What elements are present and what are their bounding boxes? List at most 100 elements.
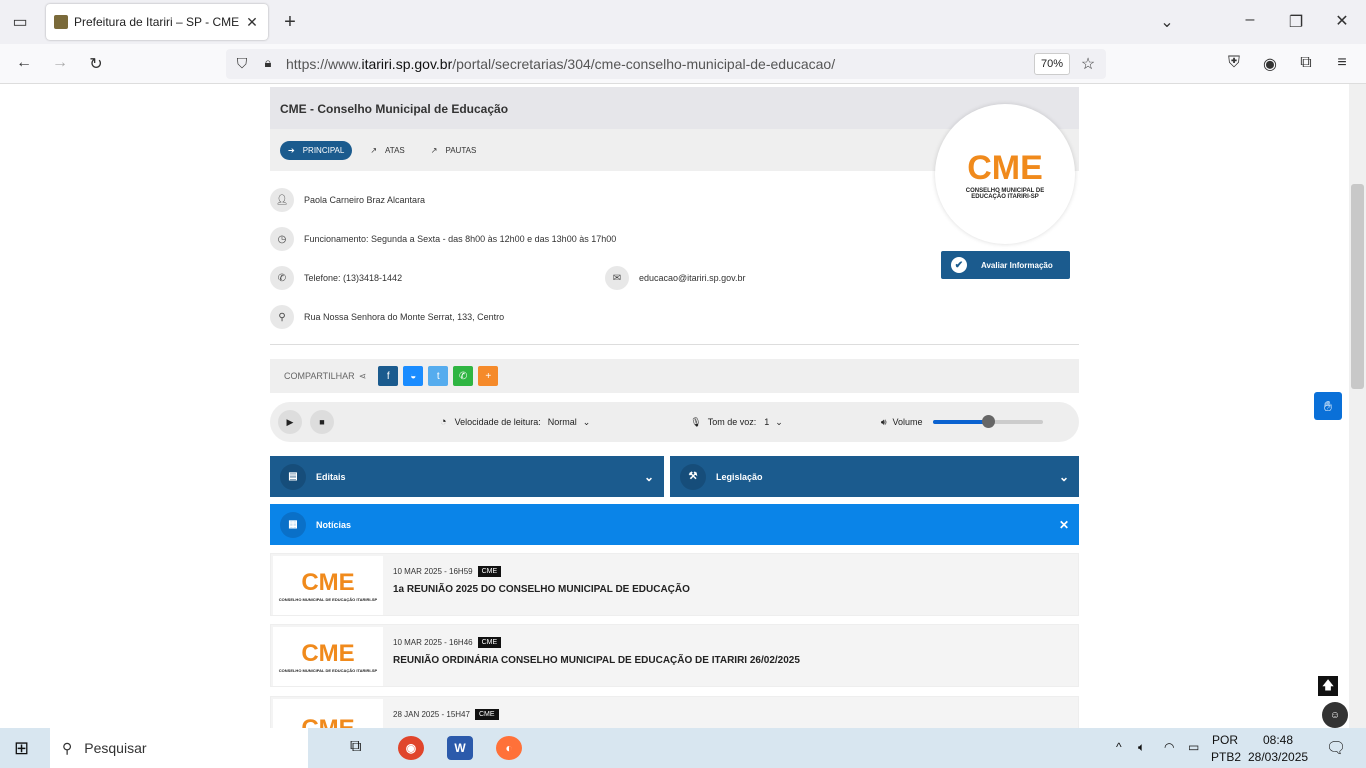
tab-list-icon[interactable]: ▭	[8, 12, 32, 32]
bookmark-star-icon[interactable]: ☆	[1076, 54, 1100, 74]
chrome-icon[interactable]: ◉	[398, 736, 424, 760]
news-date: 10 MAR 2025 - 16H46	[393, 638, 473, 647]
accordion-label: Legislação	[716, 471, 763, 482]
accordion-noticias[interactable]: ▦ Notícias ✕	[270, 504, 1079, 545]
firefox-icon[interactable]: ◐	[496, 736, 522, 760]
messenger-icon[interactable]: ◒	[403, 366, 424, 386]
chevron-down-icon[interactable]: ⌄	[583, 417, 591, 428]
news-item[interactable]: CME CONSELHO MUNICIPAL DE EDUCAÇÃO ITARIR…	[270, 624, 1079, 687]
volume-slider[interactable]	[932, 415, 1043, 428]
reload-icon[interactable]: ↻	[84, 54, 108, 74]
speaker-icon[interactable]: 🔈︎	[1138, 740, 1145, 755]
clock-icon: ◷	[270, 227, 294, 251]
zoom-level[interactable]: 70%	[1033, 53, 1070, 75]
news-title[interactable]: 1a REUNIÃO 2025 DO CONSELHO MUNICIPAL DE…	[393, 584, 690, 595]
opening-hours: ◷ Funcionamento: Segunda a Sexta - das 8h…	[270, 227, 616, 251]
task-view-icon[interactable]: ⧉	[350, 738, 361, 756]
speed-label: Velocidade de leitura:	[454, 417, 541, 427]
close-icon[interactable]: ✕	[1059, 518, 1069, 532]
back-to-top-icon[interactable]: 🡅	[1318, 676, 1338, 696]
speedometer-icon: ◔	[440, 416, 447, 428]
news-tag[interactable]: CME	[477, 637, 502, 648]
speed-select[interactable]: Normal	[548, 417, 577, 427]
clock-time[interactable]: 08:48	[1263, 733, 1293, 747]
chat-icon[interactable]: ☺	[1322, 702, 1348, 728]
tab-label: PRINCIPAL	[302, 145, 345, 155]
lock-icon[interactable]: 🔒︎	[256, 55, 280, 71]
search-placeholder: Pesquisar	[84, 740, 147, 756]
news-tag[interactable]: CME	[477, 566, 502, 577]
plus-share-icon[interactable]: +	[478, 366, 499, 386]
news-thumbnail[interactable]: CME	[273, 699, 383, 728]
person-name: Paola Carneiro Braz Alcantara	[304, 195, 426, 205]
news-item[interactable]: CME 28 JAN 2025 - 15H47 CME	[270, 696, 1079, 728]
input-language[interactable]: POR	[1212, 733, 1238, 747]
close-window-icon[interactable]: ✕	[1330, 11, 1354, 31]
tone-select[interactable]: 1	[764, 417, 769, 427]
chevron-down-icon[interactable]: ⌄	[775, 417, 783, 428]
minimize-icon[interactable]: –	[1238, 11, 1262, 29]
rate-info-button[interactable]: ✔ Avaliar Informação	[941, 251, 1070, 279]
accordion-editais[interactable]: ▤ Editais ⌄	[270, 456, 664, 497]
battery-icon[interactable]: ▭	[1188, 740, 1199, 754]
arrow-right-icon: ➔	[288, 145, 295, 155]
play-icon[interactable]: ▶	[278, 410, 302, 434]
list-all-tabs-icon[interactable]: ⌄	[1155, 12, 1179, 32]
word-icon[interactable]: W	[447, 736, 473, 760]
thumb-logo-sub: CONSELHO MUNICIPAL DE EDUCAÇÃO ITARIRI-S…	[278, 668, 378, 673]
scrollbar-thumb[interactable]	[1351, 184, 1364, 389]
tab-pautas[interactable]: ↗ PAUTAS	[423, 141, 485, 160]
microphone-icon: 🎙︎	[690, 416, 702, 427]
taskbar-search[interactable]: ⚲ Pesquisar	[50, 728, 308, 768]
pocket-icon[interactable]: ⛨	[1222, 54, 1246, 72]
phone-info: ✆ Telefone: (13)3418-1442	[270, 266, 402, 290]
address-bar[interactable]: ⛉ 🔒︎ https://www. itariri.sp.gov.br/porta…	[226, 49, 1106, 79]
news-meta: 28 JAN 2025 - 15H47 CME	[393, 709, 499, 720]
logo-text: CME	[967, 148, 1043, 187]
tab-label: PAUTAS	[445, 145, 477, 155]
twitter-icon[interactable]: t	[428, 366, 449, 386]
back-icon[interactable]: ←	[12, 54, 36, 72]
taskbar: ⊞ ⚲ Pesquisar ⧉ ◉ W ◐ ^ 🔈︎ ◠ ▭ POR PTB2 …	[0, 728, 1366, 768]
volume-knob[interactable]	[981, 415, 995, 428]
check-icon: ✔	[951, 257, 967, 273]
news-date: 28 JAN 2025 - 15H47	[393, 710, 470, 719]
windows-start-icon[interactable]: ⊞	[14, 738, 29, 759]
account-icon[interactable]: ◉	[1258, 54, 1282, 74]
close-tab-icon[interactable]: ✕	[244, 14, 260, 31]
news-title[interactable]: REUNIÃO ORDINÁRIA CONSELHO MUNICIPAL DE …	[393, 655, 800, 666]
gavel-icon: ⚒	[680, 463, 706, 490]
network-icon[interactable]: ◠	[1164, 740, 1174, 754]
clock-date[interactable]: 28/03/2025	[1248, 750, 1308, 764]
news-tag[interactable]: CME	[474, 709, 499, 720]
forward-icon[interactable]: →	[48, 54, 72, 72]
whatsapp-icon[interactable]: ✆	[453, 366, 474, 386]
news-item[interactable]: CME CONSELHO MUNICIPAL DE EDUCAÇÃO ITARIR…	[270, 553, 1079, 616]
news-thumbnail[interactable]: CME CONSELHO MUNICIPAL DE EDUCAÇÃO ITARIR…	[273, 556, 383, 615]
tab-atas[interactable]: ↗ ATAS	[362, 141, 412, 160]
shield-icon[interactable]: ⛉	[230, 55, 254, 72]
accordion-legislacao[interactable]: ⚒ Legislação ⌄	[670, 456, 1079, 497]
stop-icon[interactable]: ■	[310, 410, 334, 434]
chevron-up-icon[interactable]: ^	[1116, 740, 1122, 754]
news-thumbnail[interactable]: CME CONSELHO MUNICIPAL DE EDUCAÇÃO ITARIR…	[273, 627, 383, 686]
restore-icon[interactable]: ❐	[1284, 12, 1308, 32]
tab-principal[interactable]: ➔ PRINCIPAL	[280, 140, 353, 160]
chevron-down-icon: ⌄	[643, 469, 654, 484]
menu-icon[interactable]: ≡	[1330, 54, 1354, 72]
email-text[interactable]: educacao@itariri.sp.gov.br	[639, 273, 746, 283]
map-pin-icon: ⚲	[270, 305, 294, 329]
news-date: 10 MAR 2025 - 16H59	[393, 567, 473, 576]
accessibility-hand-icon[interactable]: ✋︎	[1314, 392, 1342, 420]
keyboard-layout[interactable]: PTB2	[1211, 750, 1241, 764]
share-label: COMPARTILHAR	[284, 371, 355, 381]
extensions-icon[interactable]: ⧉	[1294, 54, 1318, 72]
new-tab-icon[interactable]: +	[278, 11, 302, 34]
thumb-logo: CME	[301, 714, 355, 729]
email-info[interactable]: ✉ educacao@itariri.sp.gov.br	[605, 266, 746, 290]
browser-tab[interactable]: Prefeitura de Itariri – SP - CME ✕	[46, 4, 268, 40]
notifications-icon[interactable]: 🗨︎	[1326, 738, 1346, 758]
tab-title: Prefeitura de Itariri – SP - CME	[74, 15, 240, 29]
facebook-icon[interactable]: f	[378, 366, 399, 386]
scrollbar[interactable]	[1349, 84, 1366, 728]
